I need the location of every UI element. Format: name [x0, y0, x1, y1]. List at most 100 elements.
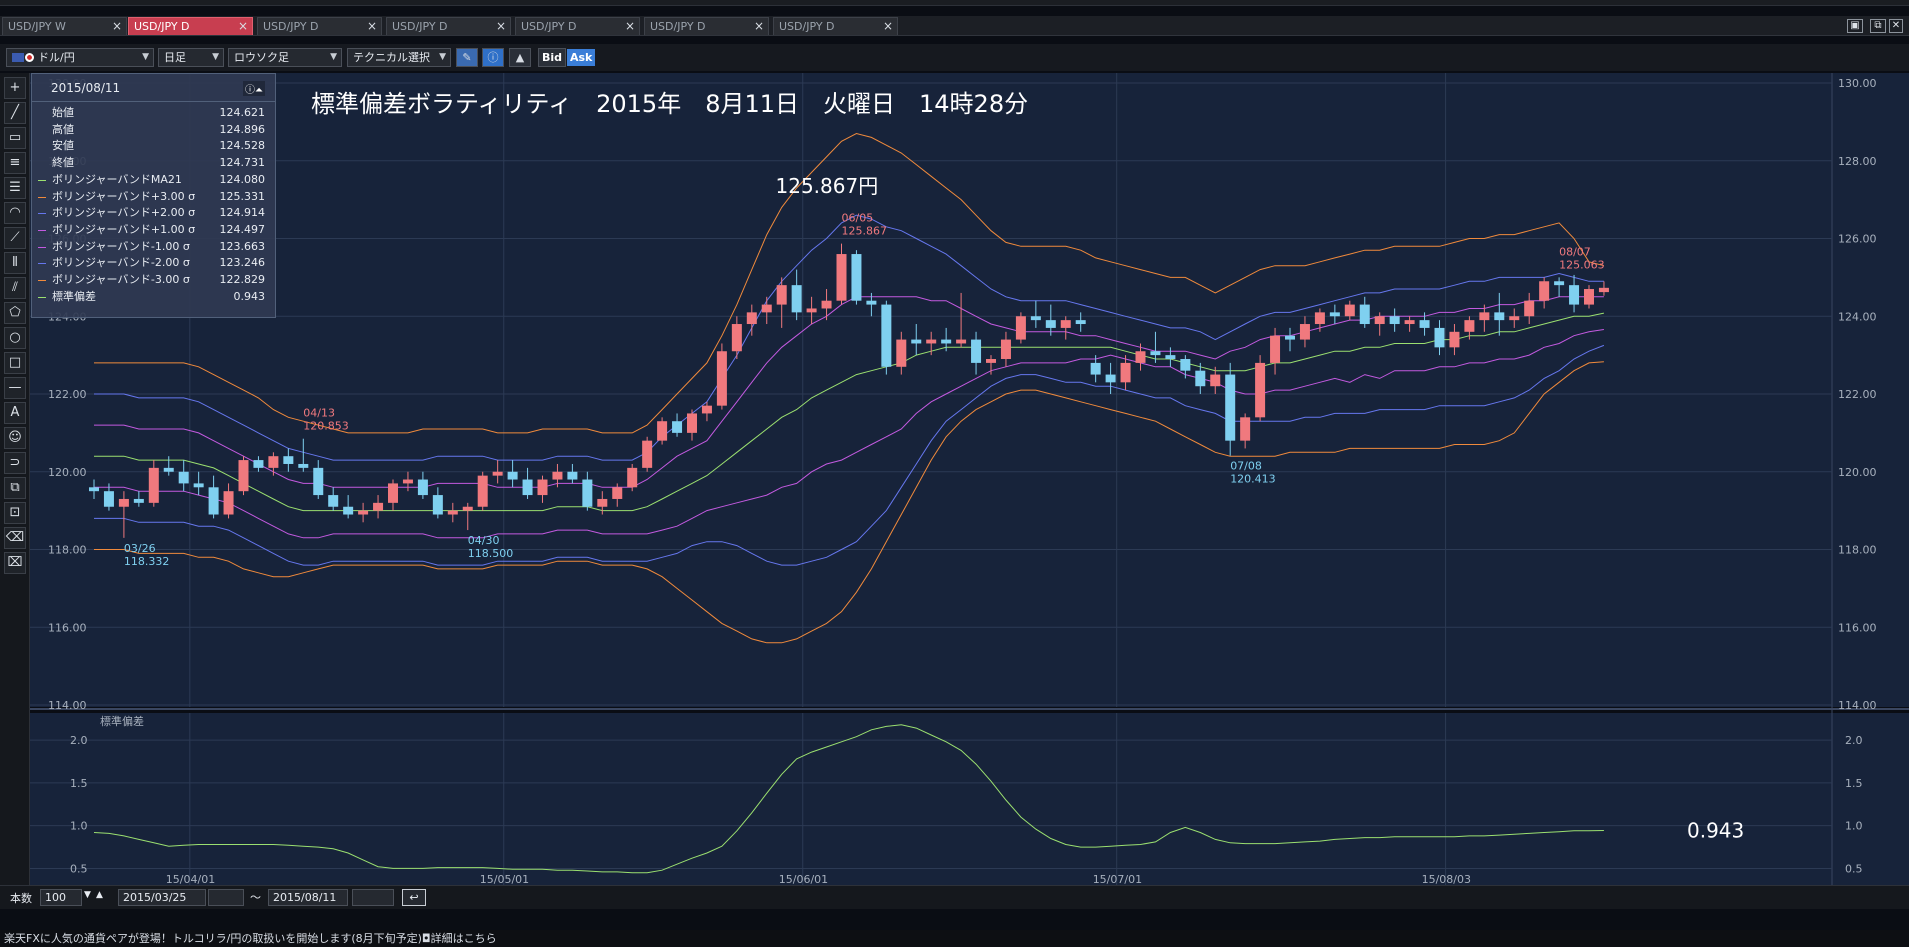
legend-swatch [38, 179, 46, 181]
period-select[interactable]: 日足 ▼ [158, 48, 224, 67]
candle-down [1075, 320, 1086, 325]
candle-up [477, 475, 488, 507]
x-tick-label: 15/06/01 [779, 873, 828, 885]
fibonacci-icon[interactable]: ☰ [4, 177, 26, 199]
trendline-icon[interactable]: ╱ [4, 102, 26, 124]
candle-up [896, 339, 907, 367]
news-ticker[interactable]: 楽天FXに人気の通貨ペアが登場！トルコリラ/円の取扱いを開始します(8月下旬予定… [0, 930, 1909, 947]
tab-label: USD/JPY D [521, 20, 577, 33]
tab-usdjpy-d-active[interactable]: USD/JPY D × [128, 17, 253, 35]
restore-icon[interactable]: ⧉ [1870, 19, 1886, 33]
high-annotation-date: 08/07 [1559, 245, 1591, 258]
from-time-input[interactable] [208, 889, 244, 906]
menu-strip [0, 0, 1909, 6]
candle-down [1045, 320, 1056, 328]
maximize-icon[interactable]: ▣ [1847, 19, 1863, 33]
from-date-input[interactable]: 2015/03/25 [118, 889, 206, 906]
info-toggle-icon[interactable]: ⓘ⏶ [243, 81, 265, 96]
close-icon[interactable]: × [754, 18, 764, 35]
bid-button[interactable]: Bid [538, 48, 567, 67]
sub-y-tick-label-left: 0.5 [70, 862, 88, 875]
info-label: 終値 [52, 156, 74, 170]
candle-down [1180, 359, 1191, 371]
close-icon[interactable]: × [238, 18, 248, 35]
count-input[interactable]: 100 [40, 889, 82, 906]
candle-up [148, 467, 159, 503]
candle-up [716, 351, 727, 406]
candle-down [911, 339, 922, 344]
tab-label: USD/JPY D [263, 20, 319, 33]
candle-down [1090, 362, 1101, 375]
candle-down [208, 487, 219, 515]
pen-icon[interactable]: ✎ [456, 48, 478, 67]
candle-up [1255, 362, 1266, 418]
clear-all-icon[interactable]: ⌧ [4, 552, 26, 574]
tab-usdjpy-w[interactable]: USD/JPY W × [2, 17, 127, 35]
copy-icon[interactable]: ⧉ [4, 477, 26, 499]
pentagon-icon[interactable]: ⬠ [4, 302, 26, 324]
info-value: 122.829 [219, 273, 266, 286]
tab-usdjpy-d[interactable]: USD/JPY D × [386, 17, 511, 35]
candle-down [1494, 312, 1505, 321]
candle-down [866, 300, 877, 305]
candle-up [1598, 287, 1609, 293]
emoji-icon[interactable]: ☺ [4, 427, 26, 449]
rectangle-icon[interactable]: □ [4, 352, 26, 374]
eraser-icon[interactable]: ⌫ [4, 527, 26, 549]
lock-icon[interactable]: ⊡ [4, 502, 26, 524]
channel-icon[interactable]: ⫽ [4, 277, 26, 299]
candle-up [1524, 300, 1535, 317]
tilde-label: 〜 [250, 891, 261, 904]
arc-icon[interactable]: ◠ [4, 202, 26, 224]
spin-up-icon[interactable]: ▲ [96, 890, 103, 900]
info-label: 標準偏差 [52, 289, 96, 303]
y-tick-label: 126.00 [1838, 233, 1877, 246]
technical-select[interactable]: テクニカル選択 ▼ [347, 48, 451, 67]
info-label: ボリンジャーバンドMA21 [52, 172, 182, 186]
candle-down [328, 495, 339, 507]
close-window-icon[interactable]: ✕ [1889, 19, 1903, 33]
currency-pair-select[interactable]: ドル/円 ▼ [6, 48, 154, 67]
ask-button[interactable]: Ask [567, 49, 596, 66]
fan-icon[interactable]: ⟋ [4, 227, 26, 249]
close-icon[interactable]: × [883, 18, 893, 35]
candle-up [1120, 362, 1131, 383]
chart-canvas: 130.00130.00128.00128.00126.00126.00124.… [30, 73, 1909, 885]
candle-down [1195, 370, 1206, 387]
info-row: ボリンジャーバンド-2.00 σ 123.246 [32, 255, 275, 271]
area-chart-icon[interactable]: ▲ [509, 48, 531, 67]
reset-icon[interactable]: ↩ [402, 889, 426, 906]
text-icon[interactable]: A [4, 402, 26, 424]
magnet-icon[interactable]: ⊃ [4, 452, 26, 474]
x-tick-label: 15/08/03 [1422, 873, 1471, 885]
info-label: ボリンジャーバンド+2.00 σ [52, 206, 196, 220]
vertical-lines-icon[interactable]: ⫴ [4, 252, 26, 274]
candle-down [1285, 335, 1295, 340]
close-icon[interactable]: × [367, 18, 377, 35]
tab-usdjpy-d[interactable]: USD/JPY D × [515, 17, 640, 35]
to-time-input[interactable] [352, 889, 394, 906]
info-icon[interactable]: ⓘ [482, 48, 504, 67]
crosshair-icon[interactable]: + [4, 77, 26, 99]
chart-type-select[interactable]: ロウソク足 ▼ [228, 48, 342, 67]
close-icon[interactable]: × [496, 18, 506, 35]
tab-usdjpy-d[interactable]: USD/JPY D × [644, 17, 769, 35]
circle-icon[interactable]: ○ [4, 327, 26, 349]
candle-down [672, 421, 683, 433]
horizontal-lines-icon[interactable]: ≡ [4, 152, 26, 174]
close-icon[interactable]: × [112, 18, 122, 35]
high-annotation-value: 125.063 [1559, 258, 1605, 271]
tab-usdjpy-d[interactable]: USD/JPY D × [257, 17, 382, 35]
line-icon[interactable]: — [4, 377, 26, 399]
ruler-icon[interactable]: ▭ [4, 127, 26, 149]
to-date-input[interactable]: 2015/08/11 [268, 889, 348, 906]
candle-up [642, 440, 653, 468]
spin-down-icon[interactable]: ▼ [84, 890, 91, 900]
chart-area[interactable]: 130.00130.00128.00128.00126.00126.00124.… [30, 73, 1909, 893]
count-label: 本数 [10, 892, 32, 905]
candle-up [552, 471, 563, 480]
close-icon[interactable]: × [625, 18, 635, 35]
candle-down [89, 487, 99, 492]
candle-down [1389, 316, 1400, 325]
tab-usdjpy-d[interactable]: USD/JPY D × [773, 17, 898, 35]
